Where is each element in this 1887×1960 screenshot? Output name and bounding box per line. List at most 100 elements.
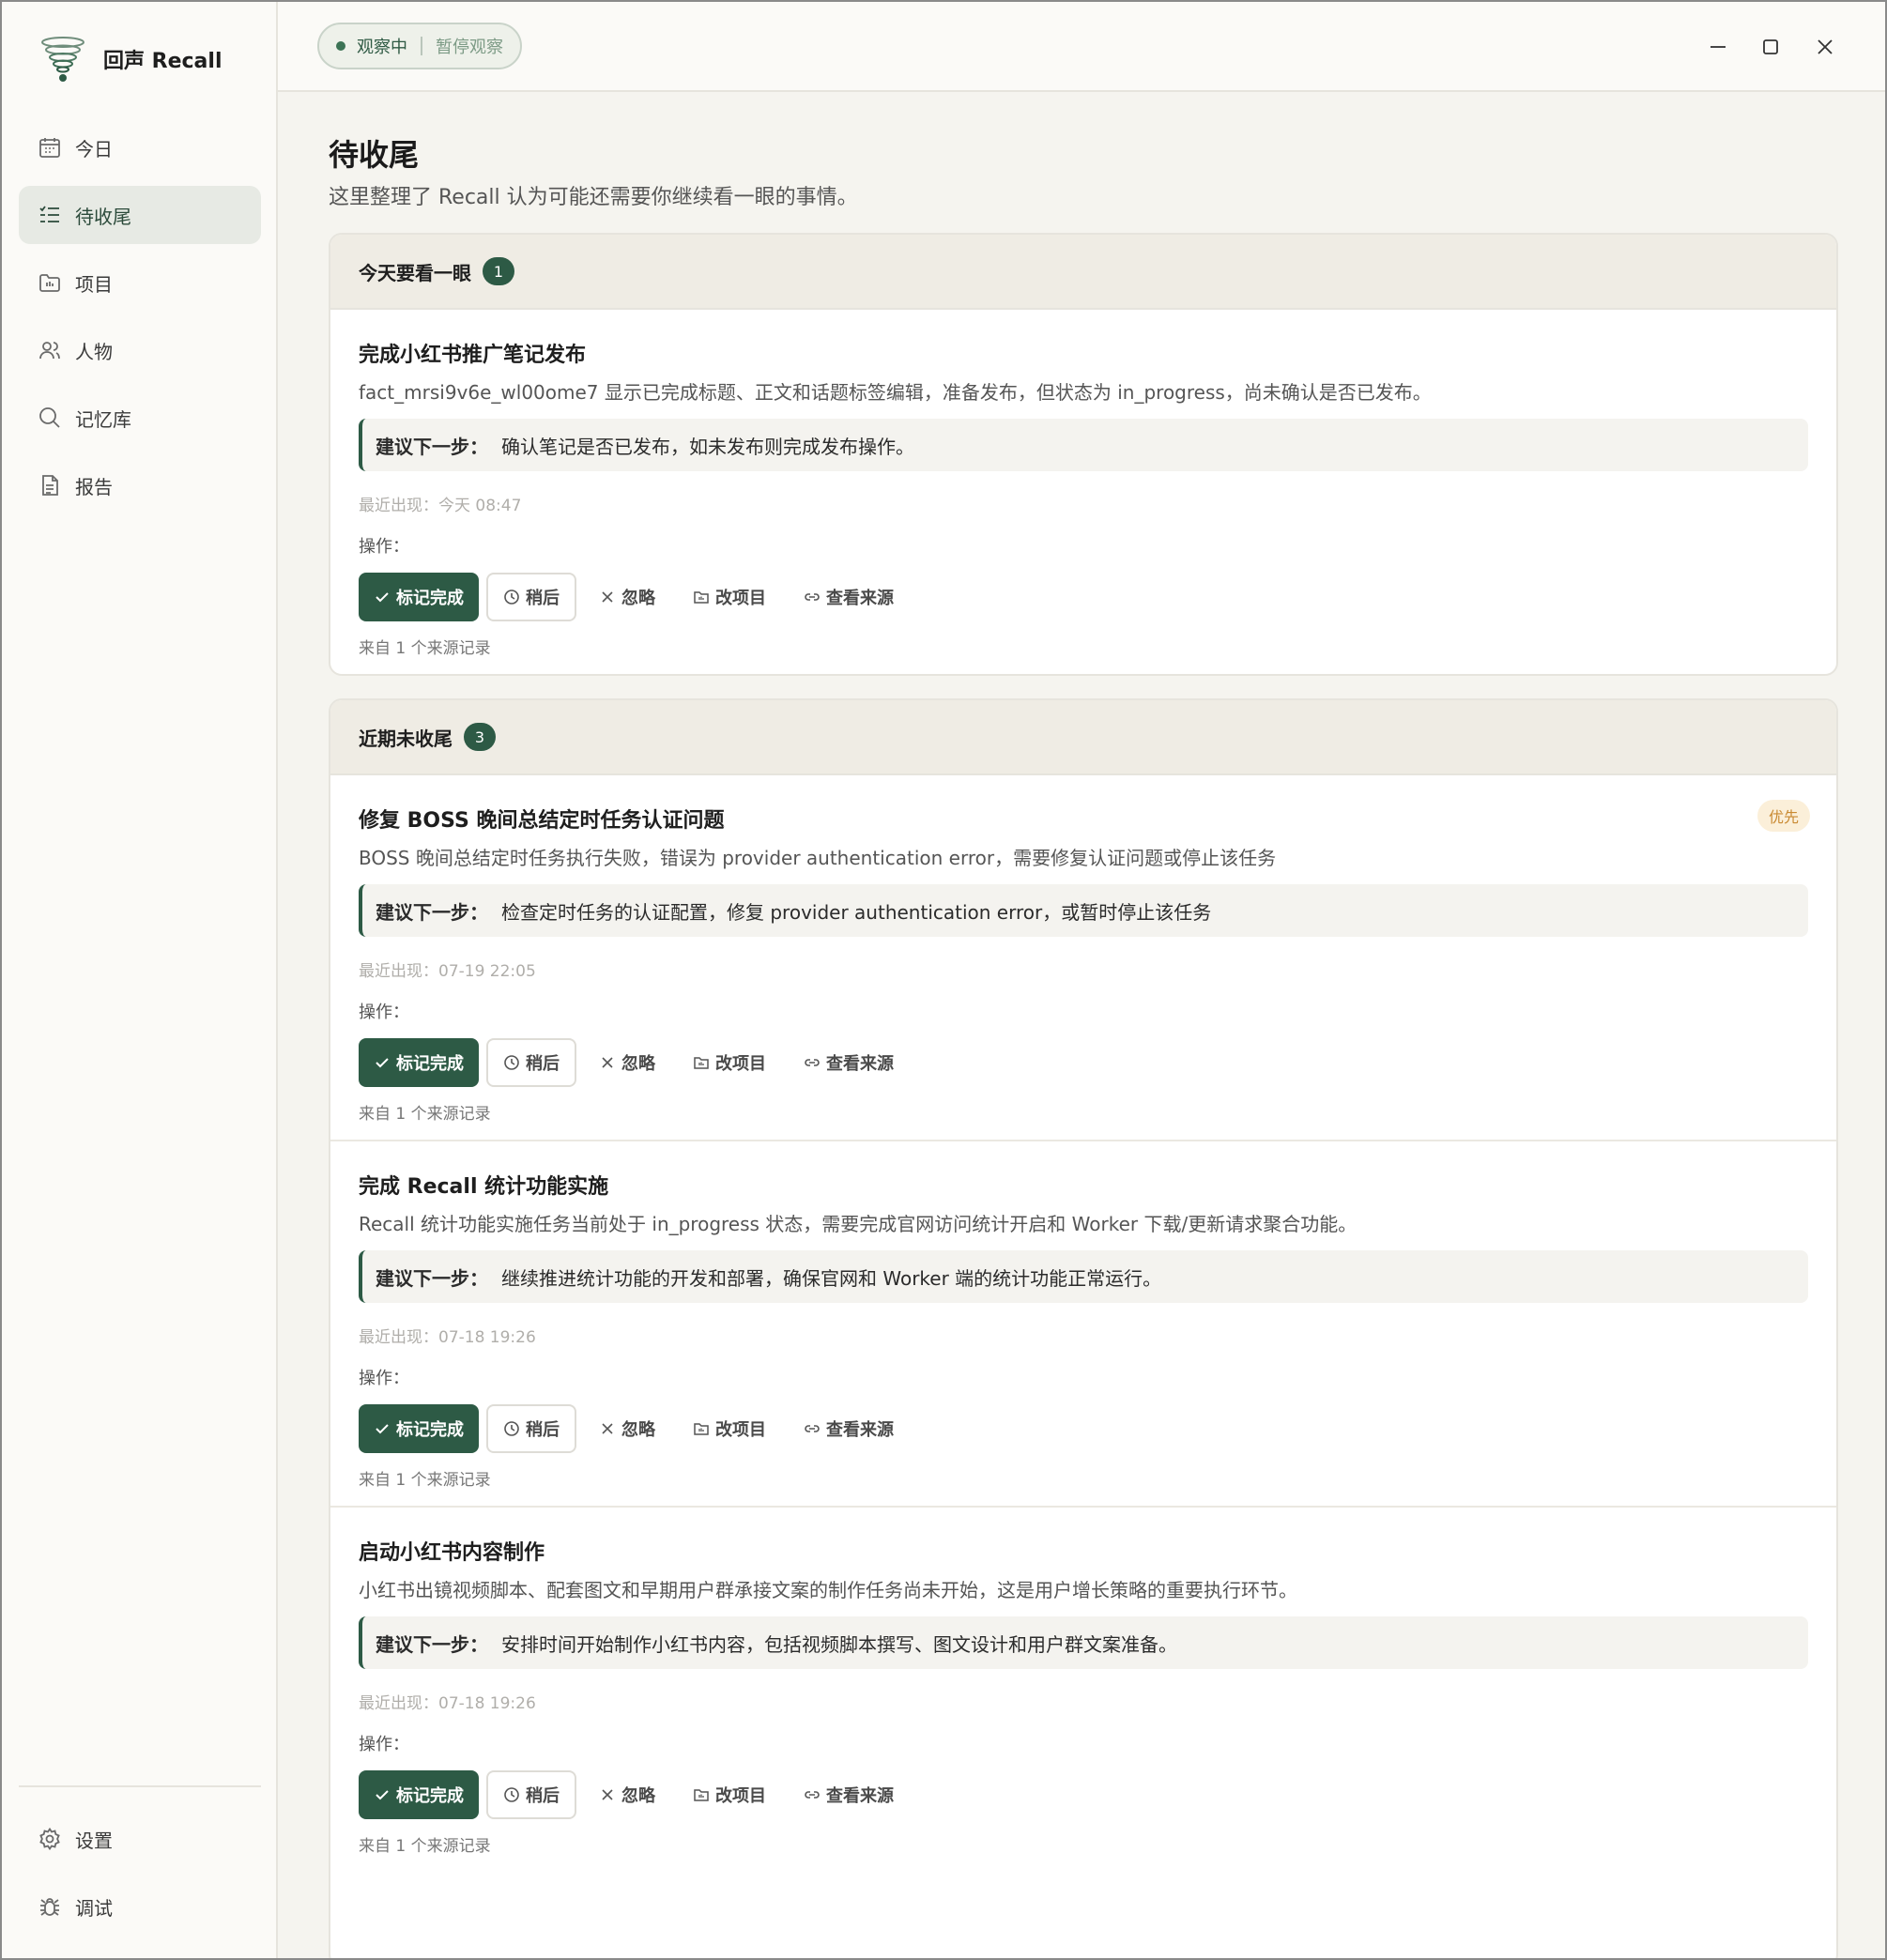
clock-icon [504,1787,519,1802]
source-count: 来自 1 个来源记录 [359,639,491,658]
change-project-label: 改项目 [715,1420,766,1440]
later-button[interactable]: 稍后 [486,1404,576,1453]
view-source-button[interactable]: 查看来源 [789,573,909,621]
suggestion-label: 建议下一步： [376,1266,488,1290]
view-source-button[interactable]: 查看来源 [789,1770,909,1819]
suggestion-box: 建议下一步： 检查定时任务的认证配置，修复 provider authentic… [359,884,1808,937]
maximize-button[interactable] [1754,30,1787,64]
later-button[interactable]: 稍后 [486,573,576,621]
observation-status-pill: 观察中 暂停观察 [317,23,522,69]
source-count: 来自 1 个来源记录 [359,1105,491,1124]
page-title: 待收尾 [329,137,420,173]
operations-label: 操作： [359,1003,409,1022]
change-project-button[interactable]: 改项目 [678,1038,781,1087]
task-card: 完成 Recall 统计功能实施 Recall 统计功能实施任务当前处于 in_… [330,1141,1836,1508]
clock-icon [504,1055,519,1070]
change-project-button[interactable]: 改项目 [678,1404,781,1453]
sidebar-bottom-nav: 设置 调试 [19,1810,261,1945]
sidebar-item-label: 报告 [75,475,113,498]
ignore-button[interactable]: 忽略 [584,1404,670,1453]
ignore-button[interactable]: 忽略 [584,1038,670,1087]
sidebar-item-reports[interactable]: 报告 [19,456,261,514]
view-source-label: 查看来源 [826,1420,894,1440]
operations-label: 操作： [359,1369,409,1388]
close-button[interactable] [1808,30,1842,64]
section-recent-unfinished: 近期未收尾 3 优先 修复 BOSS 晚间总结定时任务认证问题 BOSS 晚间总… [329,698,1838,1958]
clock-icon [504,590,519,605]
x-icon [602,1057,613,1068]
pause-observation-button[interactable]: 暂停观察 [436,34,503,58]
sidebar-item-today[interactable]: 今日 [19,118,261,176]
view-source-button[interactable]: 查看来源 [789,1404,909,1453]
minimize-button[interactable] [1701,30,1735,64]
mark-done-button[interactable]: 标记完成 [359,1404,479,1453]
later-button[interactable]: 稍后 [486,1770,576,1819]
document-icon [38,473,62,498]
operations-label: 操作： [359,537,409,557]
count-badge: 3 [464,723,496,751]
main-content: 待收尾 这里整理了 Recall 认为可能还需要你继续看一眼的事情。 今天要看一… [278,94,1885,1958]
folder-icon [694,1789,709,1801]
brand: 回声 Recall [38,34,222,84]
sidebar-item-label: 调试 [75,1896,113,1920]
task-title: 修复 BOSS 晚间总结定时任务认证问题 [359,809,725,833]
ignore-button[interactable]: 忽略 [584,1770,670,1819]
sidebar-item-label: 记忆库 [75,407,131,431]
source-count: 来自 1 个来源记录 [359,1471,491,1490]
section-title: 今天要看一眼 [359,261,471,284]
change-project-button[interactable]: 改项目 [678,1770,781,1819]
topbar: 观察中 暂停观察 [278,2,1885,92]
view-source-label: 查看来源 [826,589,894,608]
change-project-button[interactable]: 改项目 [678,573,781,621]
check-icon [376,1058,389,1068]
recent-seen: 最近出现：07-18 19:26 [359,1328,536,1347]
people-icon [38,338,62,362]
suggestion-text: 检查定时任务的认证配置，修复 provider authentication e… [501,900,1212,924]
action-bar: 标记完成 稍后 忽略 改项目 查看来源 [359,1404,1808,1453]
sidebar-item-settings[interactable]: 设置 [19,1810,261,1868]
sidebar-item-people[interactable]: 人物 [19,321,261,379]
mark-done-label: 标记完成 [396,1054,464,1074]
later-label: 稍后 [526,1786,560,1806]
count-badge: 1 [483,257,514,285]
sidebar-item-label: 项目 [75,272,113,296]
mark-done-label: 标记完成 [396,589,464,608]
ignore-label: 忽略 [621,1420,655,1440]
folder-icon [38,270,62,295]
link-icon [805,1791,820,1799]
mark-done-button[interactable]: 标记完成 [359,1038,479,1087]
suggestion-text: 确认笔记是否已发布，如未发布则完成发布操作。 [501,435,914,458]
view-source-label: 查看来源 [826,1054,894,1074]
task-description: 小红书出镜视频脚本、配套图文和早期用户群承接文案的制作任务尚未开始，这是用户增长… [359,1579,1297,1601]
clock-icon [504,1421,519,1436]
change-project-label: 改项目 [715,589,766,608]
sidebar-item-label: 待收尾 [75,205,131,228]
recall-logo-icon [41,37,84,82]
view-source-button[interactable]: 查看来源 [789,1038,909,1087]
suggestion-box: 建议下一步： 安排时间开始制作小红书内容，包括视频脚本撰写、图文设计和用户群文案… [359,1616,1808,1669]
sidebar-item-pending[interactable]: 待收尾 [19,186,261,244]
ignore-button[interactable]: 忽略 [584,573,670,621]
sidebar-item-debug[interactable]: 调试 [19,1877,261,1936]
recent-seen: 最近出现：今天 08:47 [359,497,522,515]
minimize-icon [1711,46,1726,48]
search-icon [38,406,62,430]
task-card: 启动小红书内容制作 小红书出镜视频脚本、配套图文和早期用户群承接文案的制作任务尚… [330,1508,1836,1874]
sidebar-item-projects[interactable]: 项目 [19,253,261,312]
recent-seen: 最近出现：07-19 22:05 [359,962,536,981]
later-button[interactable]: 稍后 [486,1038,576,1087]
sidebar-divider [19,1785,261,1787]
ignore-label: 忽略 [621,589,655,608]
action-bar: 标记完成 稍后 忽略 改项目 查看来源 [359,1770,1808,1819]
task-card: 完成小红书推广笔记发布 fact_mrsi9v6e_wl00ome7 显示已完成… [330,310,1836,674]
mark-done-button[interactable]: 标记完成 [359,1770,479,1819]
check-icon [376,1790,389,1800]
sidebar-item-memory[interactable]: 记忆库 [19,389,261,447]
x-icon [602,591,613,603]
view-source-label: 查看来源 [826,1786,894,1806]
x-icon [602,1789,613,1800]
mark-done-label: 标记完成 [396,1786,464,1806]
mark-done-button[interactable]: 标记完成 [359,573,479,621]
section-header: 近期未收尾 3 [330,700,1836,775]
suggestion-label: 建议下一步： [376,1632,488,1656]
